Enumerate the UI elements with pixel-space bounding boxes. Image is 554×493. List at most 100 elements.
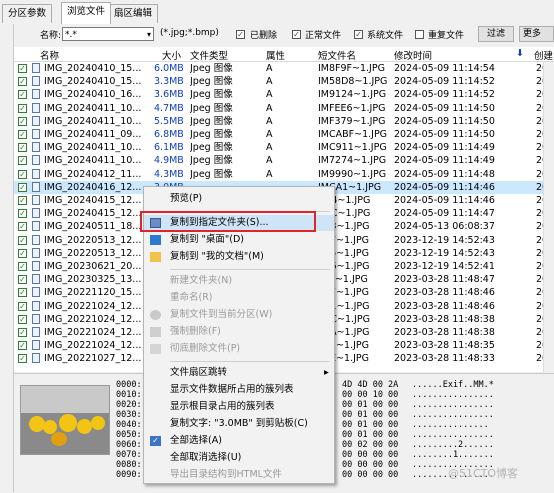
menu-copy-to-partition[interactable]: 复制文件到当前分区(W) xyxy=(144,307,334,323)
menu-goto-sector[interactable]: 文件扇区跳转 ▸ xyxy=(144,365,334,381)
menu-show-root-clusters[interactable]: 显示根目录占用的簇列表 xyxy=(144,399,334,415)
tab-sector-edit[interactable]: 扇区编辑 xyxy=(108,4,159,23)
row-checkbox[interactable]: ✓ xyxy=(18,169,27,179)
cell-name: IMG_20221024_12... xyxy=(44,327,142,338)
filter-button[interactable]: 过滤 xyxy=(478,26,514,42)
row-checkbox[interactable]: ✓ xyxy=(18,262,27,271)
cell-mtime: 2024-05-09 11:14:46 xyxy=(394,181,495,193)
table-row[interactable]: ✓ IMG_20240410_15... 6.0MB Jpeg 图像 A IM8F9F~1… xyxy=(14,62,544,75)
duplicate-files-checkbox[interactable] xyxy=(415,30,424,39)
cell-short: IM9124~1.JPG xyxy=(318,89,387,101)
menu-wipe-delete[interactable]: 彻底删除文件(P) xyxy=(144,341,334,357)
normal-files-checkbox[interactable]: ✓ xyxy=(292,30,301,39)
col-attr[interactable]: 属性 xyxy=(266,48,285,62)
row-checkbox[interactable]: ✓ xyxy=(18,275,27,285)
cell-short: IM9990~1.JPG xyxy=(318,168,387,180)
col-created[interactable]: 创建 xyxy=(534,48,553,62)
cell-mtime: 2023-03-28 11:48:33 xyxy=(394,353,495,365)
hex-bytes: 4D 4D 00 2A 00 00 10 00 00 01 00 00 00 0… xyxy=(342,380,399,480)
cell-type: Jpeg 图像 xyxy=(190,168,233,180)
menu-force-delete[interactable]: 强制删除(F) xyxy=(144,324,334,340)
file-icon xyxy=(32,76,40,87)
row-checkbox[interactable]: ✓ xyxy=(18,209,27,219)
row-checkbox[interactable]: ✓ xyxy=(18,143,27,153)
table-row[interactable]: ✓ IMG_20240411_10... 6.1MB Jpeg 图像 A IMC911~1… xyxy=(14,141,544,154)
cell-name: IMG_20221120_15... xyxy=(44,287,142,299)
row-checkbox[interactable]: ✓ xyxy=(18,222,27,232)
col-name[interactable]: 名称 xyxy=(40,48,59,62)
cell-type: Jpeg 图像 xyxy=(190,63,233,74)
menu-copy-desktop[interactable]: 复制到 "桌面"(D) xyxy=(144,232,334,248)
more-button[interactable]: 更多>> xyxy=(519,26,554,42)
cell-short: IMC911~1.JPG xyxy=(318,142,387,154)
menu-export-html[interactable]: 导出目录结构到HTML文件 xyxy=(144,467,334,483)
table-row[interactable]: ✓ IMG_20240411_10... 4.9MB Jpeg 图像 A IM7274~1… xyxy=(14,154,544,167)
menu-rename[interactable]: 重命名(R) xyxy=(144,290,334,306)
cell-mtime: 2023-12-19 14:52:41 xyxy=(394,261,495,272)
cell-mtime: 2024-05-09 11:14:49 xyxy=(394,155,495,167)
row-checkbox[interactable]: ✓ xyxy=(18,77,27,87)
row-checkbox[interactable]: ✓ xyxy=(18,314,27,324)
file-icon xyxy=(32,300,40,311)
row-checkbox[interactable]: ✓ xyxy=(18,182,27,192)
cell-size: 6.8MB xyxy=(154,129,184,140)
cell-size: 3.6MB xyxy=(154,89,184,101)
menu-deselect-all[interactable]: 全部取消选择(U) xyxy=(144,450,334,466)
menu-show-clusters[interactable]: 显示文件数据所占用的簇列表 xyxy=(144,382,334,398)
cell-attr: A xyxy=(266,168,273,180)
row-checkbox[interactable]: ✓ xyxy=(18,301,27,311)
file-icon xyxy=(32,287,40,298)
file-icon xyxy=(32,221,40,232)
list-scrollbar[interactable] xyxy=(543,62,554,372)
row-checkbox[interactable]: ✓ xyxy=(18,90,27,100)
col-type[interactable]: 文件类型 xyxy=(190,48,228,62)
file-icon xyxy=(32,168,40,179)
cell-mtime: 2023-03-28 11:48:46 xyxy=(394,287,495,299)
system-files-checkbox[interactable]: ✓ xyxy=(354,30,363,39)
row-checkbox[interactable]: ✓ xyxy=(18,103,27,113)
row-checkbox[interactable]: ✓ xyxy=(18,354,27,364)
cell-attr: A xyxy=(266,155,273,167)
cell-attr: A xyxy=(266,102,273,114)
table-row[interactable]: ✓ IMG_20240411_10... 5.5MB Jpeg 图像 A IMF379~1… xyxy=(14,115,544,128)
col-short-name[interactable]: 短文件名 xyxy=(318,48,356,62)
file-icon xyxy=(32,195,40,205)
cell-type: Jpeg 图像 xyxy=(190,89,233,101)
cell-name: IMG_20240410_15... xyxy=(44,76,142,88)
tab-bar: 分区参数 浏览文件 扇区编辑 xyxy=(0,0,554,24)
row-checkbox[interactable]: ✓ xyxy=(18,196,27,205)
row-checkbox[interactable]: ✓ xyxy=(18,235,27,245)
row-checkbox[interactable]: ✓ xyxy=(18,288,27,298)
folder-icon xyxy=(150,252,161,262)
table-row[interactable]: ✓ IMG_20240411_10... 4.7MB Jpeg 图像 A IMFEE6~1… xyxy=(14,102,544,115)
col-modified[interactable]: 修改时间 xyxy=(394,48,432,62)
tab-browse-files[interactable]: 浏览文件 xyxy=(61,2,112,24)
table-row[interactable]: ✓ IMG_20240411_09... 6.8MB Jpeg 图像 A IMCABF~1… xyxy=(14,128,544,141)
cell-name: IMG_20240415_12... xyxy=(44,195,142,206)
menu-select-all[interactable]: ✓ 全部选择(A) xyxy=(144,433,334,449)
name-filter-combo[interactable]: *.* ▾ xyxy=(62,27,154,41)
row-checkbox[interactable]: ✓ xyxy=(18,116,27,126)
row-checkbox[interactable]: ✓ xyxy=(18,341,27,351)
cell-name: IMG_20221024_12... xyxy=(44,313,142,325)
row-checkbox[interactable]: ✓ xyxy=(18,248,27,258)
cell-name: IMG_20240411_10... xyxy=(44,115,142,127)
table-row[interactable]: ✓ IMG_20240410_15... 3.3MB Jpeg 图像 A IM58D8~1… xyxy=(14,75,544,88)
row-checkbox[interactable]: ✓ xyxy=(18,64,27,73)
menu-new-folder[interactable]: 新建文件夹(N) xyxy=(144,273,334,289)
table-row[interactable]: ✓ IMG_20240412_11... 4.3MB Jpeg 图像 A IM9990~1… xyxy=(14,168,544,181)
row-checkbox[interactable]: ✓ xyxy=(18,328,27,337)
cell-mtime: 2024-05-09 11:14:46 xyxy=(394,195,495,206)
menu-copy-text[interactable]: 复制文字: "3.0MB" 到剪贴板(C) xyxy=(144,416,334,432)
table-row[interactable]: ✓ IMG_20240410_16... 3.6MB Jpeg 图像 A IM9124~1… xyxy=(14,88,544,101)
sort-down-icon: ⬇ xyxy=(516,48,524,59)
row-checkbox[interactable]: ✓ xyxy=(18,130,27,139)
cell-name: IMG_20221024_12... xyxy=(44,300,142,312)
menu-copy-mydocs[interactable]: 复制到 "我的文档"(M) xyxy=(144,249,334,265)
tab-partition-params[interactable]: 分区参数 xyxy=(2,4,53,23)
col-size[interactable]: 大小 xyxy=(162,48,181,62)
cell-mtime: 2024-05-09 11:14:54 xyxy=(394,63,495,74)
menu-preview[interactable]: 预览(P) xyxy=(144,191,334,207)
row-checkbox[interactable]: ✓ xyxy=(18,156,27,166)
deleted-checkbox[interactable]: ✓ xyxy=(236,30,245,39)
